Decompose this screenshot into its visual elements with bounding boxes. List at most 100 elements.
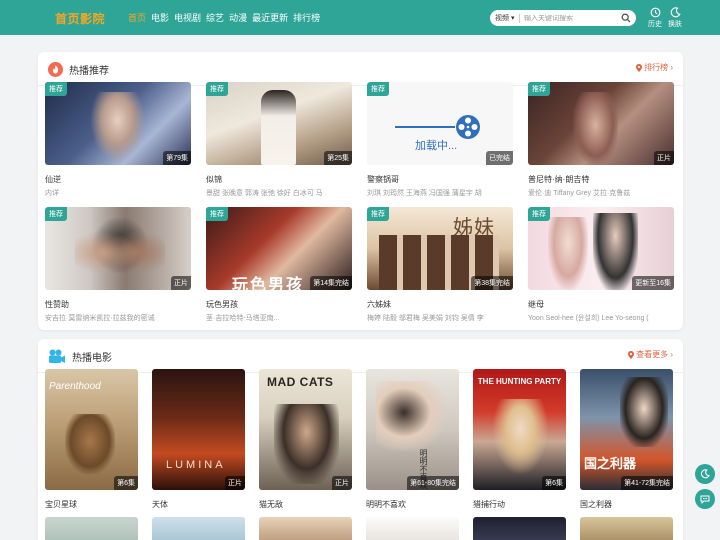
video-title[interactable]: 继母 — [528, 299, 674, 310]
video-card[interactable]: 推荐 第79集 仙逆 内详 — [45, 82, 191, 202]
video-poster[interactable]: 姊妹 推荐 第38集完结 — [367, 207, 513, 290]
episode-badge: 第41-72集完结 — [621, 476, 673, 490]
search-bar: 视频 ▾ — [490, 10, 636, 26]
nav-tv[interactable]: 电视剧 — [174, 11, 201, 24]
film-reel-icon — [456, 115, 480, 139]
poster-title-text: 玩色男孩 — [232, 277, 305, 290]
video-cast: 景甜 张晚意 郭涛 张弛 徐好 白冰可 马 — [206, 190, 323, 197]
episode-badge: 更新至16集 — [632, 276, 674, 290]
ranking-link[interactable]: 排行榜 › — [636, 62, 673, 73]
movie-card[interactable]: MAD CATS 正片 猫无敌 — [259, 369, 352, 514]
poster-art — [65, 414, 115, 474]
movie-poster[interactable] — [152, 517, 245, 540]
poster-art — [75, 215, 165, 290]
video-poster[interactable]: 推荐 第25集 — [206, 82, 352, 165]
search-input[interactable] — [524, 14, 614, 22]
top-header: 首页影院 首页 电影 电视剧 综艺 动漫 最近更新 排行榜 视频 ▾ 历史 换肤 — [0, 0, 720, 35]
poster-title-text: THE HUNTING PARTY — [477, 377, 562, 386]
feedback-button[interactable] — [695, 489, 715, 509]
badge-recommend: 推荐 — [45, 207, 67, 221]
video-card[interactable]: 加载中... 推荐 已完结 警察锅哥 刘琪 刘筠然 王海燕 冯国强 蒲星宇 胡 — [367, 82, 513, 202]
theme-toggle-button[interactable] — [695, 464, 715, 484]
video-cast: 梅婷 陆毅 邬君梅 吴美娟 刘钧 吴倩 李 — [367, 315, 484, 322]
badge-recommend: 推荐 — [367, 82, 389, 96]
movie-poster[interactable] — [473, 517, 566, 540]
theme-button[interactable]: 换肤 — [664, 7, 686, 29]
video-cast: 茎·吉拉哈特-马塔亚南... — [206, 315, 280, 322]
badge-recommend: 推荐 — [367, 207, 389, 221]
movie-poster[interactable]: 明明不喜欢 第61-80集完结 — [366, 369, 459, 490]
movie-poster[interactable]: LUMINA 正片 — [152, 369, 245, 490]
movie-card[interactable]: 国之利器 第41-72集完结 国之利器 — [580, 369, 673, 514]
site-logo[interactable]: 首页影院 — [55, 10, 105, 27]
episode-badge: 正片 — [654, 151, 674, 165]
poster-art — [261, 90, 296, 165]
movie-poster[interactable] — [45, 517, 138, 540]
search-type-select[interactable]: 视频 ▾ — [490, 13, 518, 23]
history-button[interactable]: 历史 — [644, 7, 666, 29]
video-title[interactable]: 警察锅哥 — [367, 174, 513, 185]
movie-card[interactable]: Parenthood 第6集 宝贝星球 — [45, 369, 138, 514]
video-card[interactable]: 玩色男孩 推荐 第14集完结 玩色男孩 茎·吉拉哈特-马塔亚南... — [206, 207, 352, 327]
episode-badge: 第14集完结 — [310, 276, 352, 290]
movie-card[interactable]: THE HUNTING PARTY 第6集 猎捕行动 — [473, 369, 566, 514]
movie-card[interactable]: 明明不喜欢 第61-80集完结 明明不喜欢 — [366, 369, 459, 514]
poster-art — [620, 377, 668, 447]
poster-title-text: Parenthood — [49, 381, 101, 392]
video-title[interactable]: 普尼特·纳·朗吉特 — [528, 174, 674, 185]
movie-title[interactable]: 猎捕行动 — [473, 499, 566, 510]
view-more-link[interactable]: 查看更多 › — [628, 349, 673, 360]
video-card[interactable]: 姊妹 推荐 第38集完结 六姊妹 梅婷 陆毅 邬君梅 吴美娟 刘钧 吴倩 李 — [367, 207, 513, 327]
video-title[interactable]: 玩色男孩 — [206, 299, 352, 310]
nav-anime[interactable]: 动漫 — [229, 11, 247, 24]
video-poster[interactable]: 玩色男孩 推荐 第14集完结 — [206, 207, 352, 290]
movie-title[interactable]: 天体 — [152, 499, 245, 510]
movie-poster[interactable]: Parenthood 第6集 — [45, 369, 138, 490]
badge-recommend: 推荐 — [528, 207, 550, 221]
video-title[interactable]: 性赞助 — [45, 299, 191, 310]
nav-recent[interactable]: 最近更新 — [252, 11, 288, 24]
video-poster[interactable]: 加载中... 推荐 已完结 — [367, 82, 513, 165]
nav-variety[interactable]: 综艺 — [206, 11, 224, 24]
video-card[interactable]: 推荐 正片 性赞助 安吉拉·莫雷纳米凯拉·拉兹我的密诫 — [45, 207, 191, 327]
poster-art — [90, 92, 145, 162]
movie-title[interactable]: 明明不喜欢 — [366, 499, 459, 510]
search-icon[interactable] — [621, 13, 631, 23]
fire-icon — [48, 61, 63, 77]
video-title[interactable]: 仙逆 — [45, 174, 191, 185]
badge-recommend: 推荐 — [528, 82, 550, 96]
history-icon — [650, 7, 660, 18]
video-cast: Yoon Seol-hee (윤설희) Lee Yo-seong ( — [528, 315, 649, 322]
badge-recommend: 推荐 — [45, 82, 67, 96]
main-nav: 首页 电影 电视剧 综艺 动漫 最近更新 排行榜 — [128, 11, 325, 24]
movie-card[interactable]: LUMINA 正片 天体 — [152, 369, 245, 514]
movie-title[interactable]: 猫无敌 — [259, 499, 352, 510]
movie-poster[interactable] — [366, 517, 459, 540]
movie-poster[interactable]: 国之利器 第41-72集完结 — [580, 369, 673, 490]
movie-title[interactable]: 国之利器 — [580, 499, 673, 510]
video-card[interactable]: 推荐 第25集 似锦 景甜 张晚意 郭涛 张弛 徐好 白冰可 马 — [206, 82, 352, 202]
poster-title-text: MAD CATS — [267, 375, 334, 389]
episode-badge: 第38集完结 — [471, 276, 513, 290]
episode-badge: 第79集 — [163, 151, 191, 165]
movie-poster[interactable]: MAD CATS 正片 — [259, 369, 352, 490]
movie-poster[interactable]: THE HUNTING PARTY 第6集 — [473, 369, 566, 490]
video-poster[interactable]: 推荐 更新至16集 — [528, 207, 674, 290]
poster-title-text: 国之利器 — [584, 456, 637, 471]
movie-camera-icon — [49, 349, 65, 363]
nav-home[interactable]: 首页 — [128, 11, 146, 24]
nav-ranking[interactable]: 排行榜 — [293, 11, 320, 24]
moon-icon — [700, 469, 710, 479]
movie-poster[interactable] — [259, 517, 352, 540]
video-poster[interactable]: 推荐 正片 — [45, 207, 191, 290]
nav-movies[interactable]: 电影 — [151, 11, 169, 24]
video-card[interactable]: 推荐 更新至16集 继母 Yoon Seol-hee (윤설희) Lee Yo-… — [528, 207, 674, 327]
video-card[interactable]: 推荐 正片 普尼特·纳·朗吉特 爱伦·迪 Tiffany Grey 艾拉·克鲁兹 — [528, 82, 674, 202]
movie-poster[interactable] — [580, 517, 673, 540]
video-title[interactable]: 六姊妹 — [367, 299, 513, 310]
video-poster[interactable]: 推荐 第79集 — [45, 82, 191, 165]
poster-title-text: LUMINA — [166, 459, 226, 471]
movie-title[interactable]: 宝贝星球 — [45, 499, 138, 510]
video-title[interactable]: 似锦 — [206, 174, 352, 185]
video-poster[interactable]: 推荐 正片 — [528, 82, 674, 165]
